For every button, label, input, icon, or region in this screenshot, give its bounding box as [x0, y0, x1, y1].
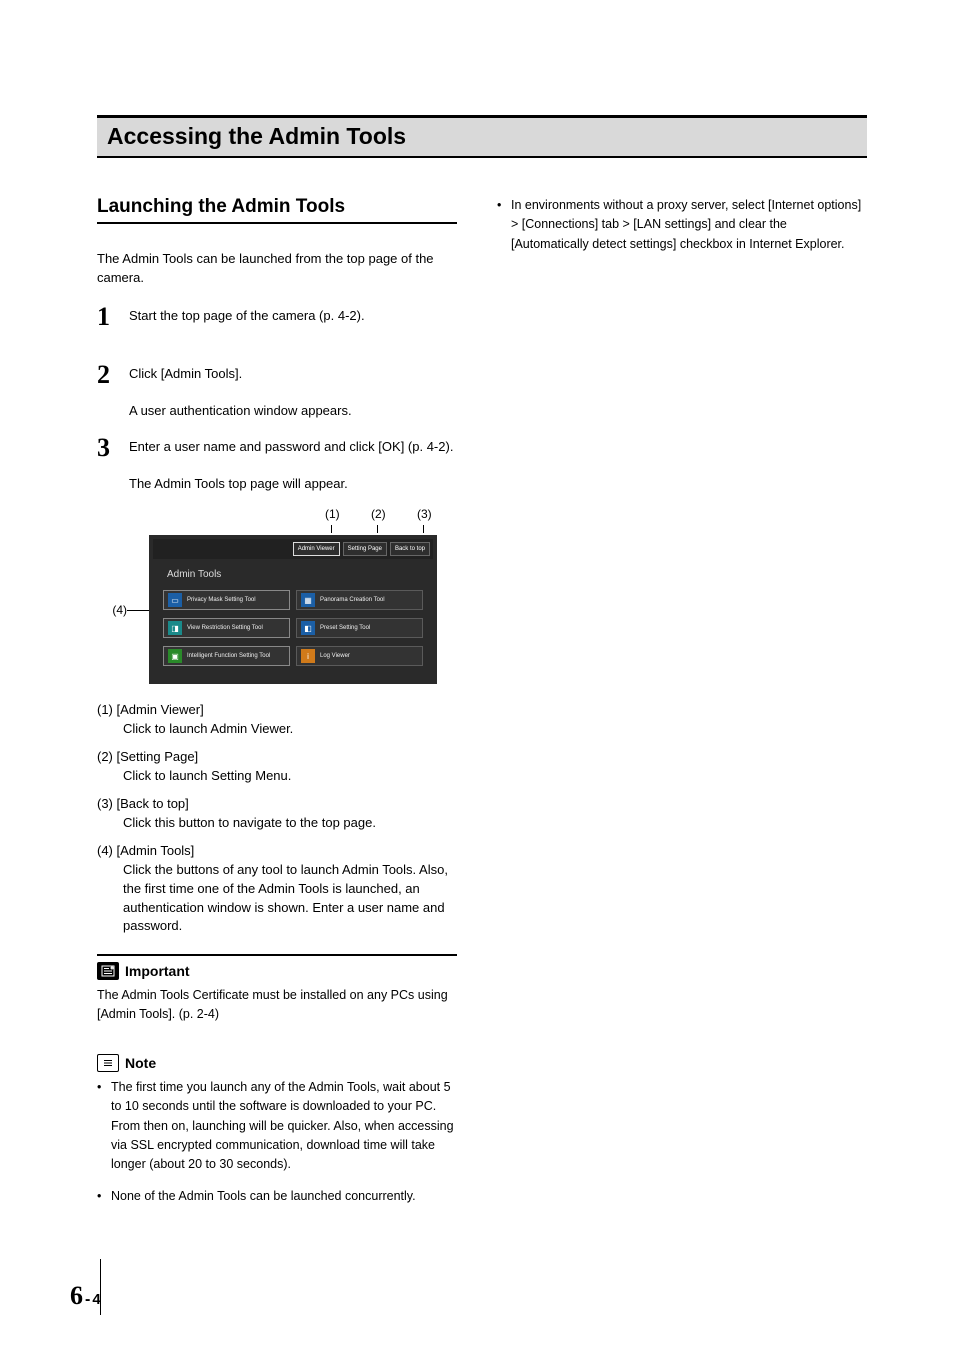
note-item: The first time you launch any of the Adm… [97, 1078, 457, 1175]
preset-icon: ◧ [301, 621, 315, 635]
panorama-icon: ▦ [301, 593, 315, 607]
definition-body: Click the buttons of any tool to launch … [123, 861, 457, 936]
footer-dash: - [85, 1291, 90, 1309]
step-number: 3 [97, 435, 119, 461]
callout-1: (1) [325, 507, 340, 521]
step-3: 3 Enter a user name and password and cli… [97, 435, 457, 461]
admin-viewer-button[interactable]: Admin Viewer [293, 542, 340, 556]
chapter-title: Accessing the Admin Tools [107, 123, 857, 150]
note-label: Note [125, 1055, 156, 1071]
figure-tick-lines [149, 525, 457, 535]
intelligent-function-icon: ▣ [168, 649, 182, 663]
admin-tools-screenshot: Admin Viewer Setting Page Back to top Ad… [149, 535, 437, 684]
step-number: 2 [97, 362, 119, 388]
right-column: In environments without a proxy server, … [497, 196, 867, 1218]
important-callout: ! Important The Admin Tools Certificate … [97, 954, 457, 1024]
callout-3: (3) [417, 507, 432, 521]
figure: (1) (2) (3) (4) Admin Viewer Setting Pag… [97, 507, 457, 684]
definition-body: Click to launch Admin Viewer. [123, 720, 457, 739]
step-2-sub: A user authentication window appears. [129, 402, 457, 421]
log-viewer-icon: i [301, 649, 315, 663]
right-column-bullet: In environments without a proxy server, … [497, 196, 867, 254]
note-item: None of the Admin Tools can be launched … [97, 1187, 457, 1206]
definition-body: Click to launch Setting Menu. [123, 767, 457, 786]
note-callout: Note The first time you launch any of th… [97, 1054, 457, 1206]
tool-label: Log Viewer [320, 653, 350, 660]
setting-page-button[interactable]: Setting Page [343, 542, 387, 556]
note-icon [97, 1054, 119, 1072]
view-restriction-tool-button[interactable]: ◨ View Restriction Setting Tool [163, 618, 290, 638]
step-text: Click [Admin Tools]. [129, 362, 242, 384]
intelligent-function-tool-button[interactable]: ▣ Intelligent Function Setting Tool [163, 646, 290, 666]
step-text: Start the top page of the camera (p. 4-2… [129, 304, 365, 326]
tool-label: Preset Setting Tool [320, 625, 370, 632]
admin-top-bar: Admin Viewer Setting Page Back to top [153, 539, 433, 559]
step-number: 1 [97, 304, 119, 330]
definition-2: (2) [Setting Page] Click to launch Setti… [97, 749, 457, 786]
preset-tool-button[interactable]: ◧ Preset Setting Tool [296, 618, 423, 638]
definition-1: (1) [Admin Viewer] Click to launch Admin… [97, 702, 457, 739]
important-label: Important [125, 963, 190, 979]
tool-label: Intelligent Function Setting Tool [187, 653, 270, 660]
footer-chapter: 6 [70, 1281, 83, 1311]
privacy-mask-icon: ▭ [168, 593, 182, 607]
definition-head: (3) [Back to top] [97, 796, 457, 811]
note-list: The first time you launch any of the Adm… [97, 1078, 457, 1206]
definition-head: (4) [Admin Tools] [97, 843, 457, 858]
back-to-top-button[interactable]: Back to top [390, 542, 430, 556]
left-column: Launching the Admin Tools The Admin Tool… [97, 196, 457, 1218]
tool-label: Panorama Creation Tool [320, 597, 385, 604]
panorama-tool-button[interactable]: ▦ Panorama Creation Tool [296, 590, 423, 610]
definition-4: (4) [Admin Tools] Click the buttons of a… [97, 843, 457, 936]
footer-rule [100, 1259, 101, 1315]
columns: Launching the Admin Tools The Admin Tool… [97, 196, 867, 1218]
definition-head: (2) [Setting Page] [97, 749, 457, 764]
tool-label: Privacy Mask Setting Tool [187, 597, 256, 604]
step-3-sub: The Admin Tools top page will appear. [129, 475, 457, 494]
important-icon: ! [97, 962, 119, 980]
step-2: 2 Click [Admin Tools]. [97, 362, 457, 388]
step-1: 1 Start the top page of the camera (p. 4… [97, 304, 457, 330]
log-viewer-tool-button[interactable]: i Log Viewer [296, 646, 423, 666]
tool-label: View Restriction Setting Tool [187, 625, 263, 632]
important-text: The Admin Tools Certificate must be inst… [97, 986, 457, 1024]
callout-definitions: (1) [Admin Viewer] Click to launch Admin… [97, 702, 457, 936]
definition-body: Click this button to navigate to the top… [123, 814, 457, 833]
step-text: Enter a user name and password and click… [129, 435, 453, 457]
admin-tools-grid: ▭ Privacy Mask Setting Tool ▦ Panorama C… [153, 586, 433, 680]
privacy-mask-tool-button[interactable]: ▭ Privacy Mask Setting Tool [163, 590, 290, 610]
page-footer: 6 - 4 [70, 1281, 101, 1311]
chapter-title-bar: Accessing the Admin Tools [97, 115, 867, 158]
definition-3: (3) [Back to top] Click this button to n… [97, 796, 457, 833]
section-title: Launching the Admin Tools [97, 196, 457, 224]
callout-4: (4) [97, 603, 127, 617]
figure-top-callouts: (1) (2) (3) [149, 507, 457, 525]
callout-2: (2) [371, 507, 386, 521]
section-intro: The Admin Tools can be launched from the… [97, 250, 457, 288]
view-restriction-icon: ◨ [168, 621, 182, 635]
definition-head: (1) [Admin Viewer] [97, 702, 457, 717]
admin-tools-heading: Admin Tools [153, 559, 433, 586]
